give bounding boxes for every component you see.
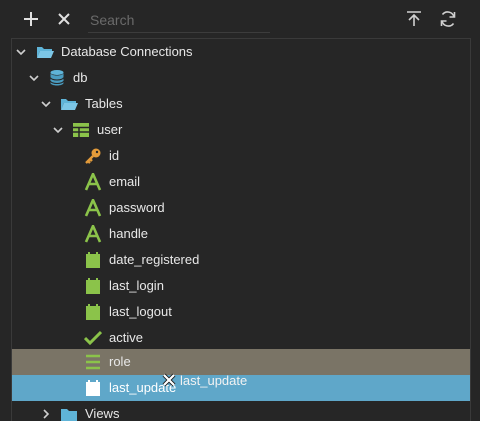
tree-item-label: last_update xyxy=(109,380,177,395)
key-icon xyxy=(84,147,102,165)
tree-item-column-last-update[interactable]: last_update xyxy=(12,375,470,401)
text-type-icon xyxy=(84,173,102,191)
refresh-icon[interactable] xyxy=(437,8,459,30)
tree-item-label: user xyxy=(97,122,123,137)
calendar-icon xyxy=(84,303,102,321)
tree-item-views[interactable]: Views xyxy=(12,401,470,421)
text-type-icon xyxy=(84,225,102,243)
toolbar xyxy=(0,0,480,38)
folder-open-icon xyxy=(60,95,78,113)
tree-item-user-table[interactable]: user xyxy=(12,117,470,143)
plus-icon[interactable] xyxy=(20,8,42,30)
chevron-down-icon[interactable] xyxy=(28,72,40,84)
tree-item-label: id xyxy=(109,148,120,163)
tree-item-label: Database Connections xyxy=(61,44,193,59)
tree-item-column-date-registered[interactable]: date_registered xyxy=(12,247,470,273)
calendar-icon xyxy=(84,277,102,295)
tree-item-label: handle xyxy=(109,226,149,241)
close-icon[interactable] xyxy=(53,8,75,30)
tree-item-tables[interactable]: Tables xyxy=(12,91,470,117)
folder-icon xyxy=(60,405,78,421)
chevron-down-icon[interactable] xyxy=(15,46,27,58)
connections-tree: Database Connections db Tables user id e… xyxy=(11,38,471,421)
tree-item-database-connections[interactable]: Database Connections xyxy=(12,39,470,65)
tree-item-label: last_logout xyxy=(109,304,172,319)
table-icon xyxy=(72,121,90,139)
tree-item-label: db xyxy=(73,70,88,85)
tree-item-label: date_registered xyxy=(109,252,200,267)
search-field xyxy=(88,10,272,33)
checkmark-icon xyxy=(84,329,102,347)
text-type-icon xyxy=(84,199,102,217)
tree-item-db[interactable]: db xyxy=(12,65,470,91)
tree-item-label: role xyxy=(109,354,131,369)
tree-item-column-password[interactable]: password xyxy=(12,195,470,221)
tree-item-column-active[interactable]: active xyxy=(12,325,470,351)
collapse-to-top-icon[interactable] xyxy=(403,8,425,30)
chevron-down-icon[interactable] xyxy=(52,124,64,136)
calendar-icon xyxy=(84,251,102,269)
search-input[interactable] xyxy=(88,10,272,30)
database-icon xyxy=(48,69,66,87)
tree-item-column-last-login[interactable]: last_login xyxy=(12,273,470,299)
tree-item-column-handle[interactable]: handle xyxy=(12,221,470,247)
tree-item-column-role[interactable]: role xyxy=(12,349,470,375)
tree-item-column-last-logout[interactable]: last_logout xyxy=(12,299,470,325)
tree-item-label: active xyxy=(109,330,143,345)
chevron-right-icon[interactable] xyxy=(40,408,52,420)
tree-item-label: Tables xyxy=(85,96,123,111)
tree-item-label: last_login xyxy=(109,278,164,293)
tree-item-column-id[interactable]: id xyxy=(12,143,470,169)
folder-open-icon xyxy=(36,43,54,61)
chevron-down-icon[interactable] xyxy=(40,98,52,110)
list-icon xyxy=(84,353,102,371)
tree-item-label: email xyxy=(109,174,141,189)
calendar-icon xyxy=(84,379,102,397)
tree-item-column-email[interactable]: email xyxy=(12,169,470,195)
tree-item-label: password xyxy=(109,200,165,215)
tree-item-label: Views xyxy=(85,406,120,421)
